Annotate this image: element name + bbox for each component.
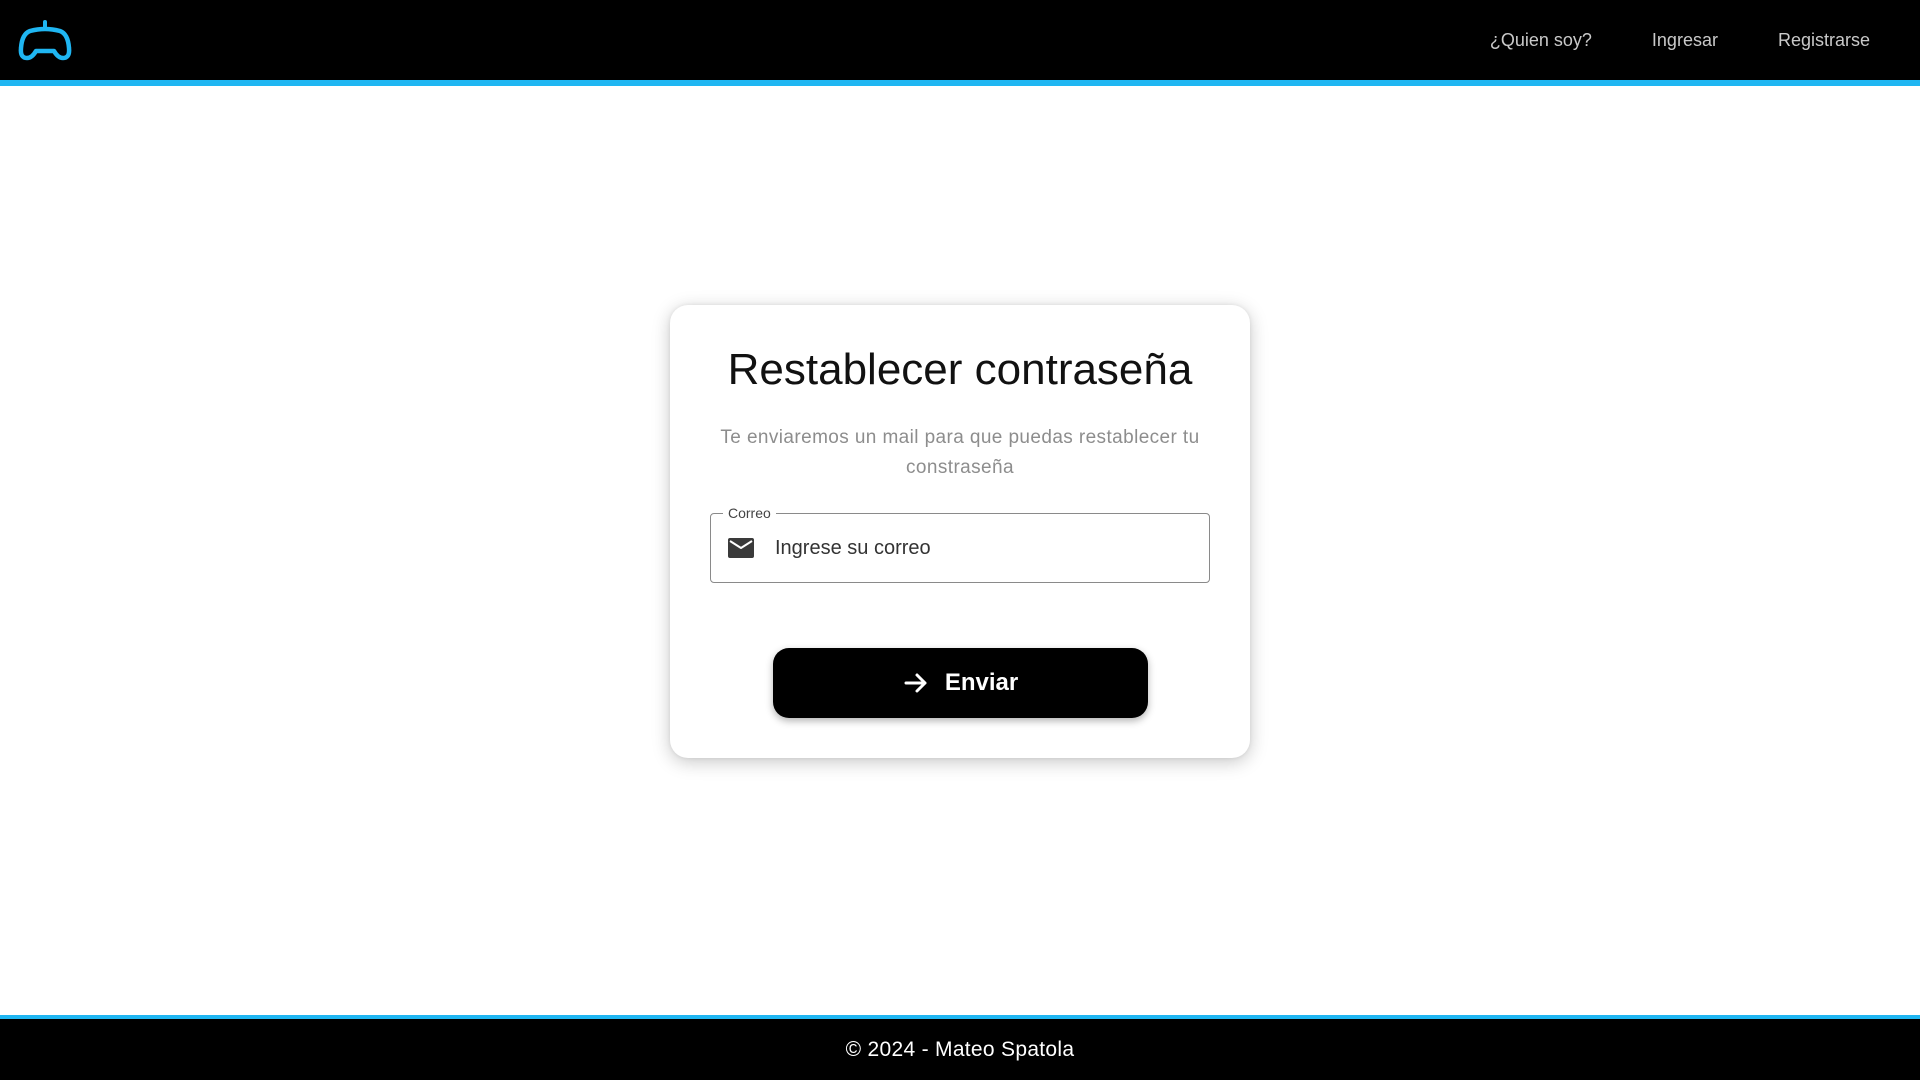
top-navbar: ¿Quien soy? Ingresar Registrarse: [0, 0, 1920, 86]
gamepad-icon[interactable]: [18, 18, 72, 62]
mail-icon: [728, 538, 754, 558]
email-field-label: Correo: [723, 505, 776, 521]
email-input[interactable]: [775, 514, 1195, 582]
page-title: Restablecer contraseña: [727, 345, 1193, 394]
footer-copyright: © 2024 - Mateo Spatola: [845, 1037, 1075, 1061]
footer: © 2024 - Mateo Spatola: [0, 1015, 1920, 1080]
send-button[interactable]: Enviar: [773, 648, 1148, 718]
main-nav: ¿Quien soy? Ingresar Registrarse: [1490, 0, 1870, 80]
send-button-label: Enviar: [944, 669, 1019, 696]
card-subtitle: Te enviaremos un mail para que puedas re…: [720, 427, 1200, 478]
nav-link-registrarse[interactable]: Registrarse: [1778, 30, 1870, 51]
nav-link-quien-soy[interactable]: ¿Quien soy?: [1490, 30, 1592, 51]
email-field: Correo: [710, 505, 1210, 583]
nav-link-ingresar[interactable]: Ingresar: [1652, 30, 1718, 51]
arrow-right-icon: [904, 673, 927, 693]
reset-password-card: Restablecer contraseña Te enviaremos un …: [670, 305, 1250, 758]
